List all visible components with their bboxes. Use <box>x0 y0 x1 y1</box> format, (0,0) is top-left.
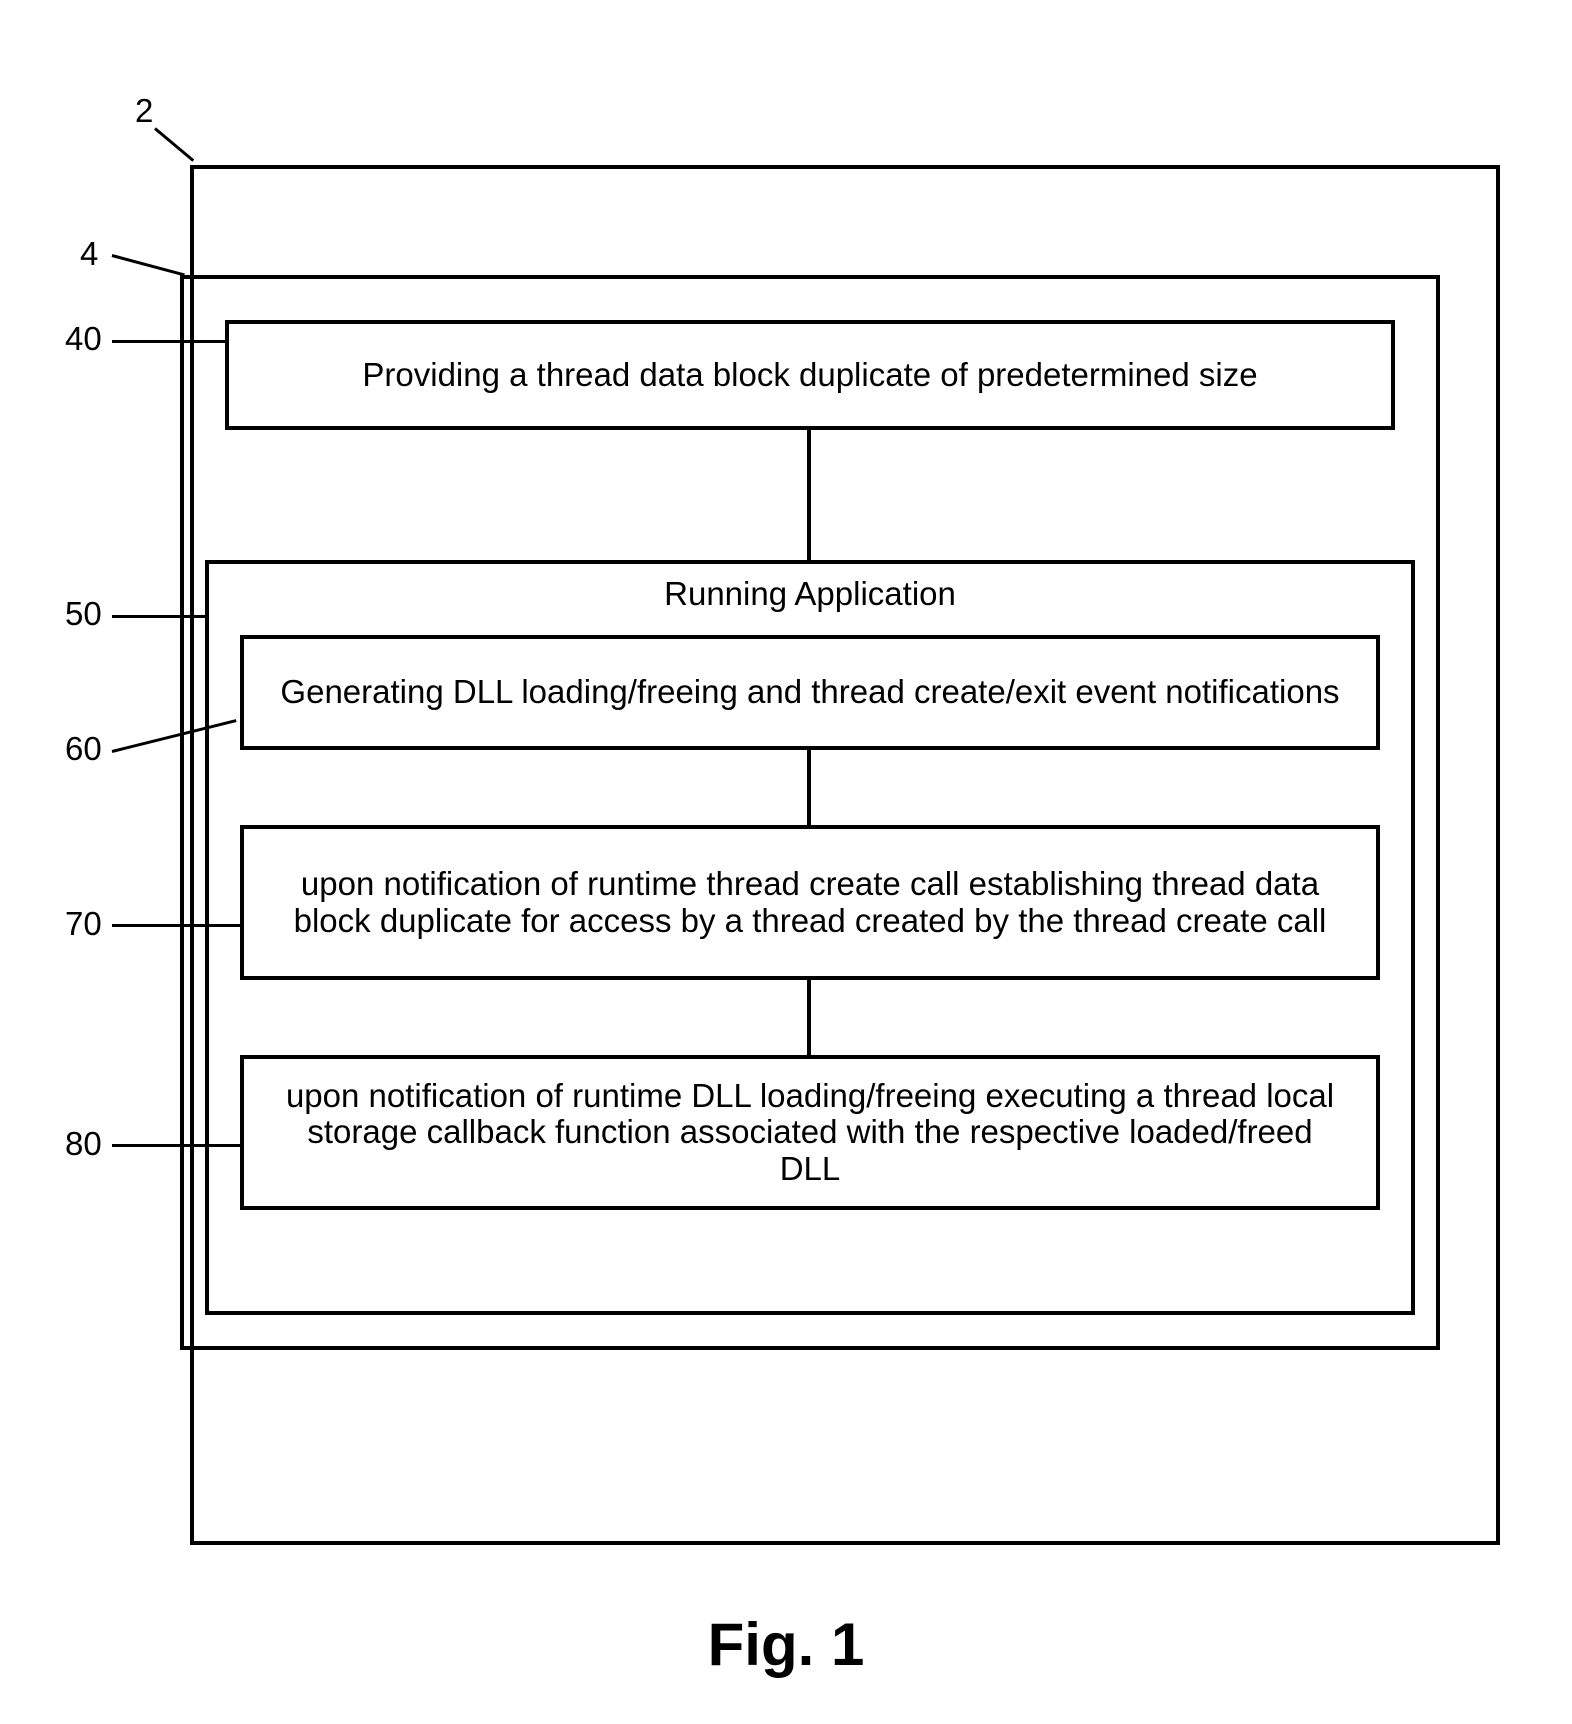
leader-line-70 <box>112 924 240 927</box>
ref-label-40: 40 <box>65 320 102 358</box>
ref-label-4: 4 <box>80 235 98 273</box>
step-text-60: Generating DLL loading/freeing and threa… <box>280 674 1339 710</box>
connector-70-80 <box>807 980 811 1055</box>
leader-line-4 <box>112 254 185 276</box>
figure-caption: Fig. 1 <box>0 1610 1572 1679</box>
leader-line-80 <box>112 1144 240 1147</box>
running-app-title: Running Application <box>205 575 1415 613</box>
ref-label-80: 80 <box>65 1125 102 1163</box>
leader-line-40 <box>112 340 227 343</box>
ref-label-50: 50 <box>65 595 102 633</box>
connector-40-50 <box>807 430 811 560</box>
ref-label-60: 60 <box>65 730 102 768</box>
step-text-80: upon notification of runtime DLL loading… <box>274 1078 1346 1187</box>
leader-line-2 <box>154 127 194 161</box>
step-box-80: upon notification of runtime DLL loading… <box>240 1055 1380 1210</box>
step-box-60: Generating DLL loading/freeing and threa… <box>240 635 1380 750</box>
leader-line-50 <box>112 615 207 618</box>
step-box-40: Providing a thread data block duplicate … <box>225 320 1395 430</box>
step-text-40: Providing a thread data block duplicate … <box>362 356 1257 394</box>
connector-60-70 <box>807 750 811 825</box>
step-box-70: upon notification of runtime thread crea… <box>240 825 1380 980</box>
step-text-70: upon notification of runtime thread crea… <box>274 866 1346 939</box>
ref-label-2: 2 <box>135 92 153 130</box>
ref-label-70: 70 <box>65 905 102 943</box>
